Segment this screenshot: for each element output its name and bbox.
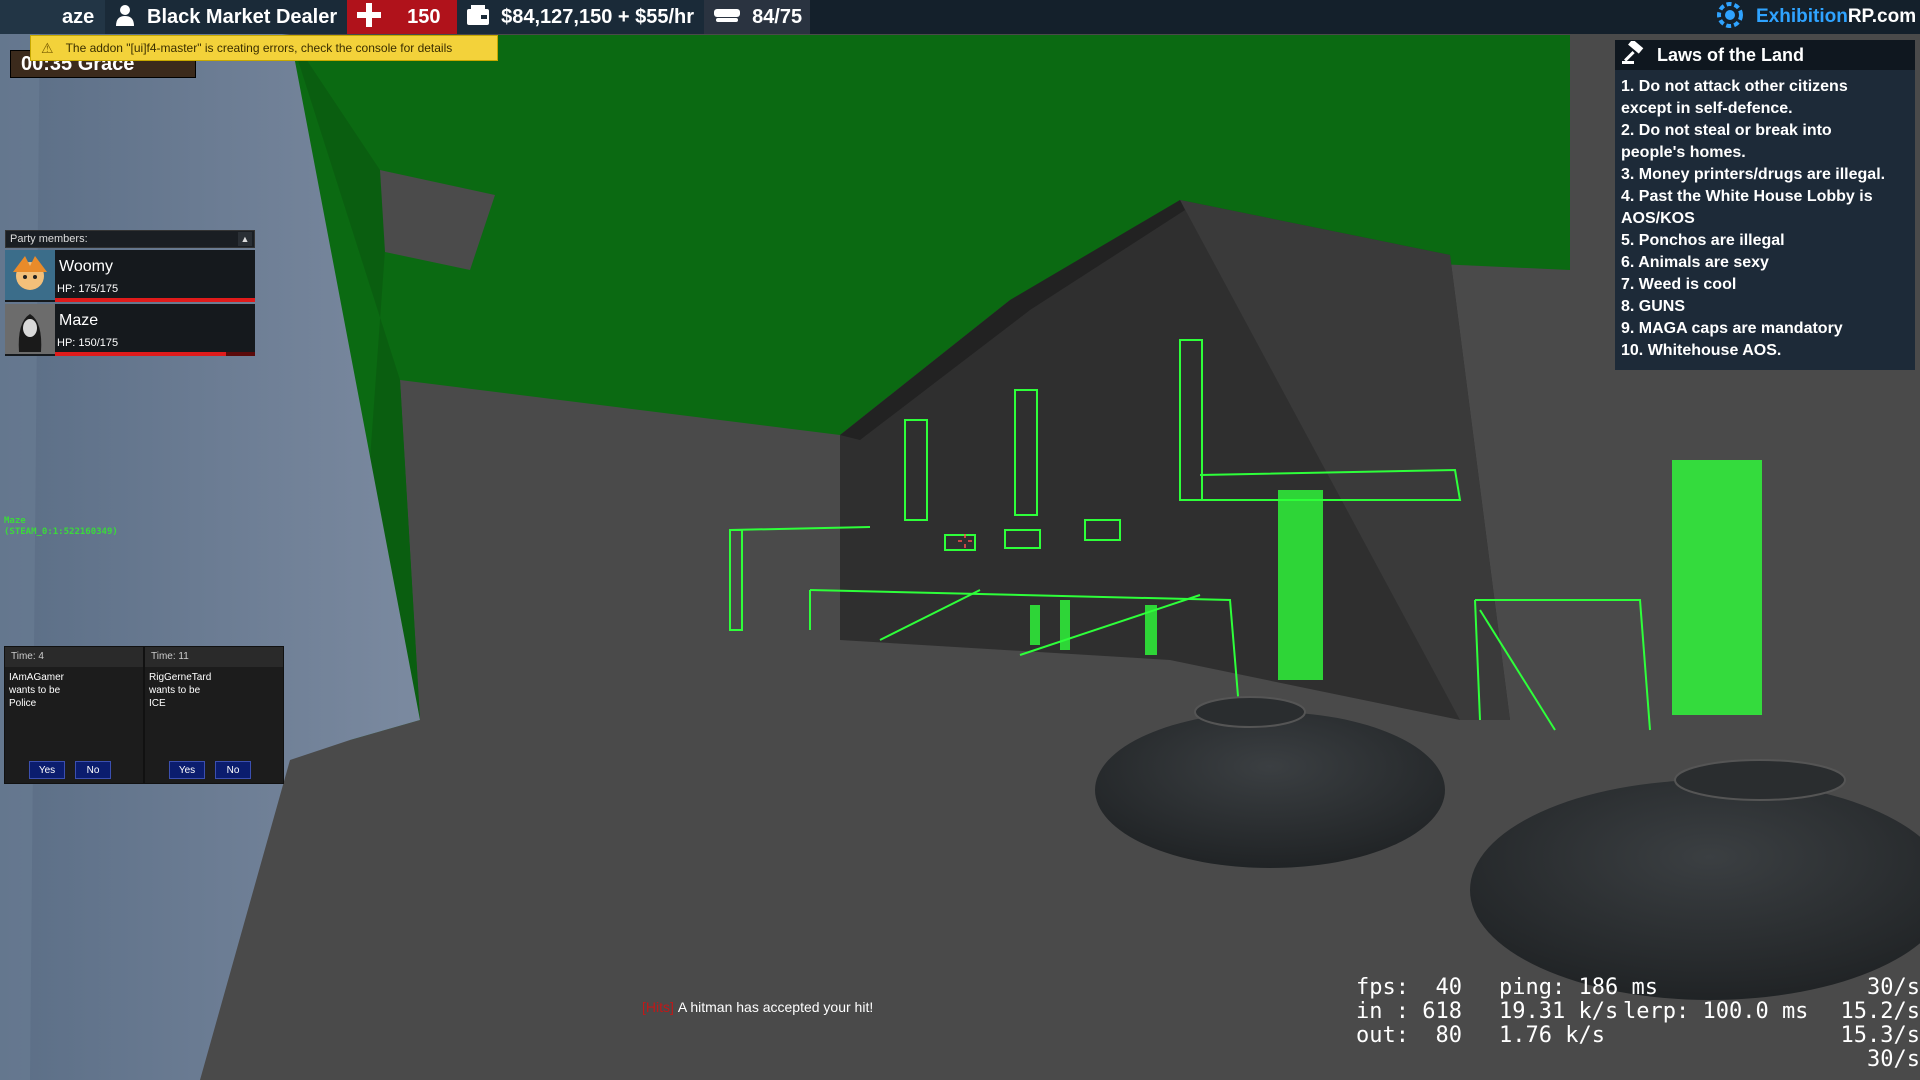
netgraph-rate-4: 30/s xyxy=(1867,1047,1920,1072)
member-portrait-woomy xyxy=(5,250,55,300)
laws-panel: Laws of the Land 1. Do not attack other … xyxy=(1615,38,1915,370)
user-icon xyxy=(115,4,135,31)
request-player: IAmAGamer xyxy=(9,672,65,683)
netgraph-rate-1: 30/s xyxy=(1867,975,1920,1000)
laws-title-bar: Laws of the Land xyxy=(1615,38,1915,70)
accept-button[interactable]: Yes xyxy=(29,761,65,779)
request-time: Time: 11 xyxy=(145,647,283,667)
netgraph-out-rate: 1.76 k/s xyxy=(1499,1023,1605,1048)
money-text: $84,127,150 + $55/hr xyxy=(501,5,695,28)
request-job: ICE xyxy=(149,698,166,709)
netgraph-in: in : 618 xyxy=(1356,999,1462,1024)
request-player: RigGerneTard xyxy=(149,672,212,683)
netgraph-lerp: lerp: 100.0 ms xyxy=(1623,999,1809,1024)
laws-list: 1. Do not attack other citizens except i… xyxy=(1615,70,1915,368)
hunger-text: 84/75 xyxy=(752,5,803,28)
law-line: 6. Animals are sexy xyxy=(1621,254,1769,271)
job-text: Black Market Dealer xyxy=(147,5,338,28)
party-header: Party members: ▲ xyxy=(5,230,255,248)
law-line: 10. Whitehouse AOS. xyxy=(1621,342,1782,359)
member-hp-fill xyxy=(55,352,227,356)
law-line: 4. Past the White House Lobby is xyxy=(1621,188,1873,205)
laws-title: Laws of the Land xyxy=(1657,44,1805,65)
netgraph-rate-2: 15.2/s xyxy=(1840,999,1920,1024)
netgraph-rate-3: 15.3/s xyxy=(1840,1023,1920,1048)
addon-error-text: The addon "[ui]f4-master" is creating er… xyxy=(65,41,453,55)
member-hp-fill xyxy=(55,298,255,302)
food-icon xyxy=(714,7,741,28)
member-hp-bar xyxy=(55,298,255,302)
player-steam-tag: Maze (STEAM_0:1:522160349) xyxy=(4,516,118,538)
law-line: 8. GUNS xyxy=(1621,298,1686,315)
law-line: 3. Money printers/drugs are illegal. xyxy=(1621,166,1886,183)
request-verb: wants to be xyxy=(149,685,201,696)
money-display: $84,127,150 + $55/hr xyxy=(457,0,705,34)
law-line: 2. Do not steal or break into xyxy=(1621,122,1832,139)
brand-prefix: Exhibition xyxy=(1756,6,1848,27)
netgraph-fps: fps: 40 xyxy=(1356,975,1462,1000)
law-line: 9. MAGA caps are mandatory xyxy=(1621,320,1843,337)
law-line: 7. Weed is cool xyxy=(1621,276,1737,293)
member-hp: HP: 150/175 xyxy=(57,337,119,349)
member-name: Woomy xyxy=(59,258,113,275)
hit-tag: [Hits] xyxy=(642,999,674,1015)
dome-left xyxy=(1095,712,1445,868)
request-verb: wants to be xyxy=(9,685,61,696)
member-hp: HP: 175/175 xyxy=(57,283,119,295)
health-display: 150 xyxy=(347,0,458,34)
law-line: AOS/KOS xyxy=(1621,210,1695,227)
law-line: 5. Ponchos are illegal xyxy=(1621,232,1785,249)
law-line: except in self-defence. xyxy=(1621,100,1793,117)
netgraph-out: out: 80 xyxy=(1356,1023,1462,1048)
netgraph-ping: ping: 186 ms xyxy=(1499,975,1658,1000)
wallet-icon xyxy=(467,4,490,30)
request-job: Police xyxy=(9,698,37,709)
job-request-card: Time: 4 IAmAGamer wants to be Police Yes… xyxy=(4,646,144,784)
accept-button[interactable]: Yes xyxy=(169,761,205,779)
player-name-text: aze xyxy=(62,5,95,28)
server-brand: ExhibitionRP.com xyxy=(1710,0,1920,34)
gear-logo-icon xyxy=(1716,1,1744,34)
party-member[interactable]: Woomy HP: 175/175 xyxy=(5,250,255,302)
warning-icon: ⚠ xyxy=(41,39,54,56)
decline-button[interactable]: No xyxy=(75,761,111,779)
law-line: people's homes. xyxy=(1621,144,1746,161)
steam-tag-name: Maze xyxy=(4,516,26,526)
party-collapse-button[interactable]: ▲ xyxy=(238,232,252,246)
netgraph-in-rate: 19.31 k/s xyxy=(1499,999,1619,1024)
steam-tag-id: (STEAM_0:1:522160349) xyxy=(4,527,118,537)
party-header-text: Party members: xyxy=(10,233,88,245)
brand-suffix: RP.com xyxy=(1847,6,1917,27)
decline-button[interactable]: No xyxy=(215,761,251,779)
job-request-card: Time: 11 RigGerneTard wants to be ICE Ye… xyxy=(144,646,284,784)
hit-notification: [Hits] A hitman has accepted your hit! xyxy=(642,999,873,1015)
hunger-display: 84/75 xyxy=(704,0,811,34)
top-hud-bar: aze Black Market Dealer 150 $84,127,150 … xyxy=(0,0,1920,34)
member-name: Maze xyxy=(59,312,99,329)
member-hp-bar xyxy=(55,352,255,356)
party-member[interactable]: Maze HP: 150/175 xyxy=(5,304,255,356)
health-text: 150 xyxy=(407,5,441,28)
gavel-icon xyxy=(1621,38,1645,70)
job-display: Black Market Dealer xyxy=(105,0,348,34)
law-line: 1. Do not attack other citizens xyxy=(1621,78,1848,95)
party-panel: Party members: ▲ Woomy HP: 175/175 Maze … xyxy=(5,230,255,356)
member-portrait-maze xyxy=(5,304,55,354)
hit-text: A hitman has accepted your hit! xyxy=(677,999,874,1015)
request-time: Time: 4 xyxy=(5,647,143,667)
addon-error-banner: ⚠ The addon "[ui]f4-master" is creating … xyxy=(30,35,498,61)
player-name: aze xyxy=(0,0,105,34)
health-cross-icon xyxy=(357,2,382,32)
